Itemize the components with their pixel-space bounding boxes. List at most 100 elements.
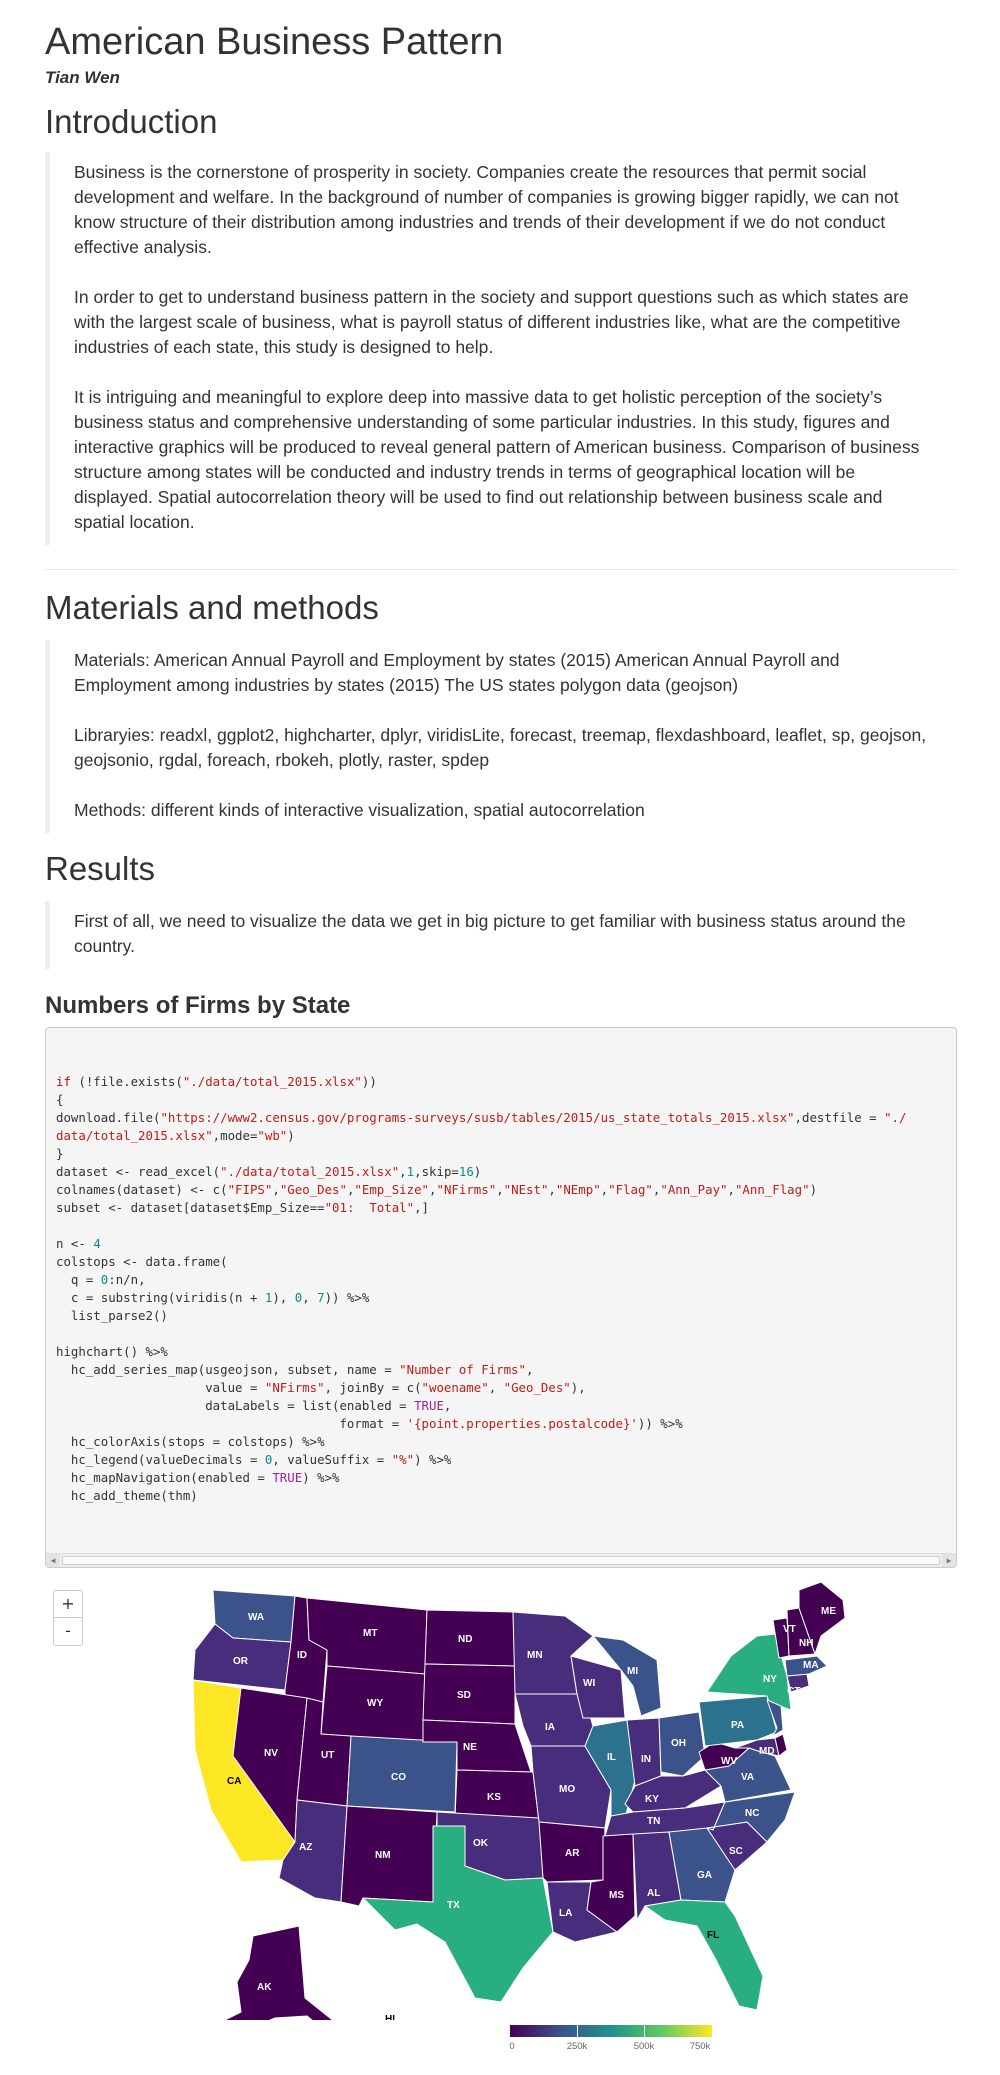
- section-heading-results: Results: [45, 850, 156, 887]
- label-NC: NC: [745, 1808, 759, 1819]
- zoom-in-button[interactable]: +: [53, 1590, 83, 1618]
- label-MO: MO: [559, 1784, 575, 1795]
- materials-paragraph: Materials: American Annual Payroll and E…: [74, 650, 840, 695]
- label-TX: TX: [447, 1900, 460, 1911]
- label-ND: ND: [458, 1634, 472, 1645]
- label-PA: PA: [731, 1720, 744, 1731]
- page: American Business Pattern Tian Wen Intro…: [0, 0, 1000, 2057]
- scroll-left-arrow-icon[interactable]: ◀: [46, 1554, 60, 1567]
- libraries-paragraph: Libraryies: readxl, ggplot2, highcharter…: [74, 725, 927, 770]
- label-KS: KS: [487, 1792, 501, 1803]
- label-AZ: AZ: [299, 1842, 312, 1853]
- label-SD: SD: [457, 1690, 471, 1701]
- map-zoom-controls: + -: [53, 1590, 83, 1646]
- color-axis-legend: 0 250k 500k 750k: [509, 2025, 712, 2057]
- label-NY: NY: [763, 1674, 777, 1685]
- label-VT: VT: [783, 1624, 796, 1635]
- label-AL: AL: [647, 1888, 660, 1899]
- us-states-map: WA OR CA ID NV MT WY UT AZ CO NM ND SD N…: [192, 1581, 846, 2057]
- label-HI: HI: [385, 2014, 395, 2020]
- label-AK: AK: [257, 1982, 272, 1993]
- code-line: q = 0:n/n,: [56, 1272, 146, 1287]
- label-WY: WY: [367, 1698, 383, 1709]
- code-line: c = substring(viridis(n + 1), 0, 7)) %>%: [56, 1290, 370, 1305]
- label-IA: IA: [545, 1722, 555, 1733]
- firms-choropleth-map[interactable]: + - WA OR CA ID NV MT WY UT AZ CO NM ND …: [45, 1580, 957, 2075]
- label-NE: NE: [463, 1742, 477, 1753]
- methods-paragraph: Methods: different kinds of interactive …: [74, 800, 645, 820]
- scroll-right-arrow-icon[interactable]: ▶: [942, 1554, 956, 1567]
- code-line: hc_add_series_map(usgeojson, subset, nam…: [56, 1362, 534, 1377]
- label-DE: DE: [789, 1740, 803, 1751]
- label-FL: FL: [707, 1930, 719, 1941]
- code-line: colstops <- data.frame(: [56, 1254, 228, 1269]
- code-line: data/total_2015.xlsx",mode="wb"): [56, 1128, 295, 1143]
- label-CT: CT: [787, 1686, 800, 1697]
- label-MI: MI: [627, 1666, 638, 1677]
- label-ID: ID: [297, 1650, 307, 1661]
- label-OR: OR: [233, 1656, 249, 1667]
- state-AK[interactable]: [212, 1925, 346, 2043]
- label-MS: MS: [609, 1890, 624, 1901]
- label-OK: OK: [473, 1838, 489, 1849]
- label-NJ: NJ: [787, 1716, 800, 1727]
- intro-paragraph-2: In order to get to understand business p…: [74, 287, 909, 357]
- label-IN: IN: [641, 1754, 651, 1765]
- code-line: dataLabels = list(enabled = TRUE,: [56, 1398, 452, 1413]
- zoom-out-button[interactable]: -: [53, 1618, 83, 1646]
- introduction-blockquote: Business is the cornerstone of prosperit…: [45, 152, 957, 545]
- label-SC: SC: [729, 1846, 743, 1857]
- label-KY: KY: [645, 1794, 659, 1805]
- label-NM: NM: [375, 1850, 391, 1861]
- label-VA: VA: [741, 1772, 754, 1783]
- intro-paragraph-1: Business is the cornerstone of prosperit…: [74, 162, 899, 257]
- scrollbar-thumb[interactable]: [62, 1556, 940, 1565]
- code-line: n <- 4: [56, 1236, 101, 1251]
- label-AR: AR: [565, 1848, 580, 1859]
- materials-blockquote: Materials: American Annual Payroll and E…: [45, 640, 957, 833]
- label-MD: MD: [759, 1746, 775, 1757]
- label-WV: WV: [721, 1756, 737, 1767]
- section-heading-introduction: Introduction: [45, 103, 218, 140]
- label-MN: MN: [527, 1650, 543, 1661]
- code-line: hc_legend(valueDecimals = 0, valueSuffix…: [56, 1452, 452, 1467]
- label-MT: MT: [363, 1628, 377, 1639]
- label-IL: IL: [607, 1752, 616, 1763]
- author-name: Tian Wen: [45, 68, 120, 87]
- label-GA: GA: [697, 1870, 712, 1881]
- label-TN: TN: [647, 1816, 660, 1827]
- label-MA: MA: [803, 1660, 819, 1671]
- code-line: {: [56, 1092, 64, 1107]
- code-line: value = "NFirms", joinBy = c("woename", …: [56, 1380, 586, 1395]
- color-gradient-bar: [510, 2025, 712, 2037]
- label-UT: UT: [321, 1750, 334, 1761]
- results-blockquote: First of all, we need to visualize the d…: [45, 901, 957, 969]
- subsection-heading-firms: Numbers of Firms by State: [45, 992, 351, 1019]
- label-ME: ME: [821, 1606, 836, 1617]
- section-heading-materials: Materials and methods: [45, 589, 379, 626]
- code-horizontal-scrollbar[interactable]: ◀ ▶: [46, 1553, 956, 1567]
- label-CA: CA: [227, 1776, 241, 1787]
- main-content: American Business Pattern Tian Wen Intro…: [45, 0, 957, 2075]
- label-WA: WA: [248, 1612, 264, 1623]
- label-WI: WI: [583, 1678, 595, 1689]
- code-line: subset <- dataset[dataset$Emp_Size=="01:…: [56, 1200, 430, 1215]
- page-title: American Business Pattern: [45, 21, 504, 63]
- legend-ticks: 0 250k 500k 750k: [509, 2041, 712, 2057]
- legend-tick: 0: [509, 2041, 515, 2052]
- section-divider: [45, 569, 957, 570]
- r-code-block[interactable]: if (!file.exists("./data/total_2015.xlsx…: [45, 1027, 957, 1568]
- label-LA: LA: [559, 1908, 572, 1919]
- legend-tick: 500k: [633, 2041, 655, 2052]
- code-line: hc_colorAxis(stops = colstops) %>%: [56, 1434, 325, 1449]
- results-paragraph: First of all, we need to visualize the d…: [74, 911, 906, 956]
- code-line: download.file("https://www2.census.gov/p…: [56, 1110, 907, 1125]
- code-line: }: [56, 1146, 64, 1161]
- code-line: list_parse2(): [56, 1308, 168, 1323]
- label-NV: NV: [264, 1748, 278, 1759]
- code-line: format = '{point.properties.postalcode}'…: [56, 1416, 683, 1431]
- code-line: hc_add_theme(thm): [56, 1488, 198, 1503]
- state-FL[interactable]: [644, 1899, 764, 2011]
